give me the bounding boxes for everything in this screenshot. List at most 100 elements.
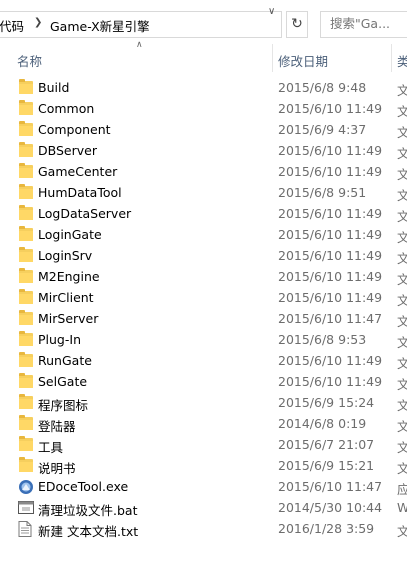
file-name: 清理垃圾文件.bat (38, 503, 138, 518)
file-type: 文 (397, 314, 407, 329)
application-icon (18, 479, 34, 494)
file-type: 文 (397, 83, 407, 98)
file-row[interactable]: Plug-In 2015/6/8 9:53 文 (0, 329, 407, 350)
file-type: 文 (397, 419, 407, 434)
breadcrumb-parent[interactable]: 代码 (0, 16, 24, 35)
file-row[interactable]: MirClient 2015/6/10 11:49 文 (0, 287, 407, 308)
file-row[interactable]: DBServer 2015/6/10 11:49 文 (0, 140, 407, 161)
file-modified-date: 2016/1/28 3:59 (278, 521, 375, 536)
file-modified-date: 2015/6/10 11:49 (278, 101, 383, 116)
file-type: 文 (397, 125, 407, 140)
address-bar[interactable]: 代码 ❯ Game-X新星引擎 (0, 11, 282, 38)
column-header-date[interactable]: 修改日期 (278, 51, 328, 70)
file-name: Build (38, 80, 70, 95)
file-modified-date: 2014/6/8 0:19 (278, 416, 367, 431)
file-modified-date: 2015/6/10 11:47 (278, 479, 383, 494)
file-row[interactable]: Common 2015/6/10 11:49 文 (0, 98, 407, 119)
refresh-icon: ↻ (291, 16, 303, 32)
file-type: 文 (397, 272, 407, 287)
file-name: M2Engine (38, 269, 100, 284)
file-modified-date: 2015/6/10 11:47 (278, 311, 383, 326)
file-row[interactable]: Build 2015/6/8 9:48 文 (0, 77, 407, 98)
chevron-right-icon[interactable]: ❯ (34, 17, 42, 28)
file-modified-date: 2015/6/10 11:49 (278, 269, 383, 284)
file-row[interactable]: 工具 2015/6/7 21:07 文 (0, 434, 407, 455)
search-input[interactable] (330, 16, 407, 31)
folder-icon (18, 436, 34, 452)
file-type: 文 (397, 524, 407, 539)
folder-icon (18, 205, 34, 221)
file-modified-date: 2015/6/10 11:49 (278, 248, 383, 263)
file-name: Common (38, 101, 95, 116)
folder-icon (18, 226, 34, 242)
file-name: RunGate (38, 353, 92, 368)
file-row[interactable]: 清理垃圾文件.bat 2014/5/30 10:44 W (0, 497, 407, 518)
breadcrumb-current[interactable]: Game-X新星引擎 (50, 16, 150, 35)
folder-icon (18, 79, 34, 95)
file-row[interactable]: LoginGate 2015/6/10 11:49 文 (0, 224, 407, 245)
folder-icon (18, 100, 34, 116)
file-modified-date: 2015/6/10 11:49 (278, 143, 383, 158)
folder-icon (18, 247, 34, 263)
file-row[interactable]: SelGate 2015/6/10 11:49 文 (0, 371, 407, 392)
refresh-button[interactable]: ↻ (286, 11, 308, 38)
file-name: Component (38, 122, 111, 137)
file-modified-date: 2015/6/10 11:49 (278, 290, 383, 305)
file-modified-date: 2015/6/7 21:07 (278, 437, 375, 452)
file-name: Plug-In (38, 332, 81, 347)
folder-icon (18, 163, 34, 179)
file-name: LoginGate (38, 227, 102, 242)
file-row[interactable]: 程序图标 2015/6/9 15:24 文 (0, 392, 407, 413)
file-modified-date: 2015/6/10 11:49 (278, 353, 383, 368)
file-name: EDoceTool.exe (38, 479, 129, 494)
file-row[interactable]: RunGate 2015/6/10 11:49 文 (0, 350, 407, 371)
folder-icon (18, 121, 34, 137)
file-row[interactable]: LogDataServer 2015/6/10 11:49 文 (0, 203, 407, 224)
file-name: LoginSrv (38, 248, 93, 263)
column-divider[interactable] (272, 44, 273, 72)
file-type: 文 (397, 167, 407, 182)
chevron-down-icon[interactable]: ∨ (268, 6, 275, 17)
file-modified-date: 2015/6/8 9:48 (278, 80, 367, 95)
file-name: 工具 (38, 440, 64, 455)
file-row[interactable]: 登陆器 2014/6/8 0:19 文 (0, 413, 407, 434)
folder-icon (18, 289, 34, 305)
file-row[interactable]: 新建 文本文档.txt 2016/1/28 3:59 文 (0, 518, 407, 539)
file-type: 文 (397, 104, 407, 119)
folder-icon (18, 373, 34, 389)
file-row[interactable]: EDoceTool.exe 2015/6/10 11:47 应 (0, 476, 407, 497)
file-type: 文 (397, 440, 407, 455)
column-header-type[interactable]: 类 (397, 51, 407, 70)
file-modified-date: 2015/6/8 9:53 (278, 332, 367, 347)
file-type: 文 (397, 377, 407, 392)
column-header-name[interactable]: 名称 (17, 51, 42, 70)
address-toolbar: 代码 ❯ Game-X新星引擎 ∨ ↻ (0, 0, 407, 50)
column-divider[interactable] (391, 44, 392, 72)
file-row[interactable]: MirServer 2015/6/10 11:47 文 (0, 308, 407, 329)
sort-ascending-icon: ∧ (136, 40, 143, 50)
file-modified-date: 2015/6/8 9:51 (278, 185, 367, 200)
file-row[interactable]: Component 2015/6/9 4:37 文 (0, 119, 407, 140)
file-row[interactable]: HumDataTool 2015/6/8 9:51 文 (0, 182, 407, 203)
folder-icon (18, 142, 34, 158)
file-name: GameCenter (38, 164, 118, 179)
file-modified-date: 2015/6/10 11:49 (278, 374, 383, 389)
file-row[interactable]: LoginSrv 2015/6/10 11:49 文 (0, 245, 407, 266)
file-row[interactable]: M2Engine 2015/6/10 11:49 文 (0, 266, 407, 287)
folder-icon (18, 268, 34, 284)
file-name: 新建 文本文档.txt (38, 524, 139, 539)
batch-file-icon (18, 500, 34, 515)
file-row[interactable]: GameCenter 2015/6/10 11:49 文 (0, 161, 407, 182)
file-name: LogDataServer (38, 206, 132, 221)
file-modified-date: 2015/6/10 11:49 (278, 227, 383, 242)
file-name: MirServer (38, 311, 99, 326)
folder-icon (18, 394, 34, 410)
file-modified-date: 2015/6/9 4:37 (278, 122, 367, 137)
folder-icon (18, 352, 34, 368)
file-type: W (397, 500, 407, 515)
folder-icon (18, 184, 34, 200)
file-name: 登陆器 (38, 419, 76, 434)
search-box[interactable] (320, 11, 407, 38)
file-modified-date: 2015/6/9 15:21 (278, 458, 375, 473)
file-row[interactable]: 说明书 2015/6/9 15:21 文 (0, 455, 407, 476)
